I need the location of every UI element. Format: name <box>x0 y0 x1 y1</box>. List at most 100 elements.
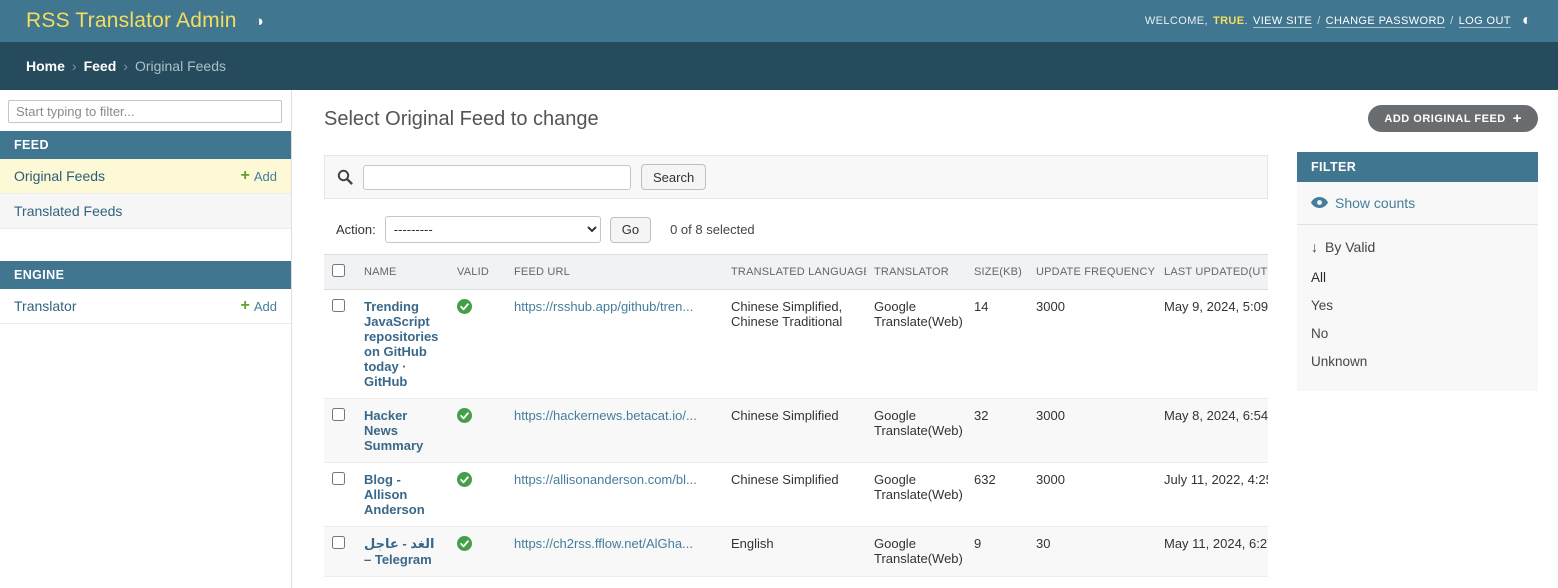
breadcrumb-separator-icon: › <box>72 58 77 74</box>
add-original-feed-button[interactable]: ADD ORIGINAL FEED + <box>1368 105 1538 132</box>
row-checkbox[interactable] <box>332 472 345 485</box>
translator-link[interactable]: Translator <box>14 298 77 314</box>
results-table-container: NAME VALID FEED URL TRANSLATED LANGUAGE … <box>324 254 1268 577</box>
table-row: Trending JavaScript repositories on GitH… <box>324 290 1268 399</box>
last-updated-cell: May 9, 2024, 5:09 a. <box>1156 290 1268 399</box>
plus-icon: + <box>241 168 250 184</box>
column-header-size[interactable]: SIZE(KB) <box>966 255 1028 290</box>
link-separator: / <box>1317 15 1320 27</box>
select-all-checkbox[interactable] <box>332 264 345 277</box>
filter-panel: FILTER Show counts ↓ By Valid All Yes No… <box>1297 152 1538 391</box>
search-input[interactable] <box>363 165 631 190</box>
changelist: Select Original Feed to change Search Ac… <box>324 90 1268 577</box>
branding: RSS Translator Admin ◑ <box>26 9 264 33</box>
results-table: NAME VALID FEED URL TRANSLATED LANGUAGE … <box>324 254 1268 577</box>
breadcrumb-feed[interactable]: Feed <box>84 58 117 74</box>
row-checkbox[interactable] <box>332 408 345 421</box>
feed-name-link[interactable]: Trending JavaScript repositories on GitH… <box>364 299 438 389</box>
filter-option-no[interactable]: No <box>1297 320 1538 348</box>
theme-toggle-icon[interactable]: ◑ <box>255 14 264 29</box>
app-title[interactable]: RSS Translator Admin <box>26 9 237 33</box>
add-translator-link[interactable]: + Add <box>241 298 277 314</box>
theme-toggle-icon[interactable]: ◐ <box>1522 13 1532 29</box>
filter-options: All Yes No Unknown <box>1297 264 1538 391</box>
view-site-link[interactable]: VIEW SITE <box>1253 15 1312 28</box>
plus-icon: + <box>241 298 250 314</box>
search-bar: Search <box>324 155 1268 199</box>
sidebar-item-translator[interactable]: Translator + Add <box>0 289 291 324</box>
size-cell: 9 <box>966 527 1028 577</box>
feed-url-link[interactable]: https://hackernews.betacat.io/... <box>514 408 697 423</box>
column-header-valid[interactable]: VALID <box>449 255 506 290</box>
action-select[interactable]: --------- <box>385 216 601 243</box>
translated-language-cell: English <box>723 527 866 577</box>
sidebar-item-original-feeds[interactable]: Original Feeds + Add <box>0 159 291 194</box>
search-button[interactable]: Search <box>641 164 706 190</box>
filter-section-heading: ↓ By Valid <box>1297 225 1538 264</box>
original-feeds-link[interactable]: Original Feeds <box>14 168 105 184</box>
actions-bar: Action: --------- Go 0 of 8 selected <box>324 216 1268 243</box>
sidebar-module-engine: ENGINE Translator + Add <box>0 261 291 324</box>
page-title: Select Original Feed to change <box>324 108 1268 131</box>
sidebar-filter-input[interactable] <box>8 100 282 123</box>
change-password-link[interactable]: CHANGE PASSWORD <box>1326 15 1445 28</box>
nav-sidebar: FEED Original Feeds + Add Translated Fee… <box>0 90 292 588</box>
breadcrumb-home[interactable]: Home <box>26 58 65 74</box>
welcome-text: WELCOME, <box>1145 15 1208 27</box>
update-frequency-cell: 3000 <box>1028 463 1156 527</box>
translated-feeds-link[interactable]: Translated Feeds <box>14 203 122 219</box>
table-row: الغد - عاجل – Telegram https://ch2rss.ff… <box>324 527 1268 577</box>
translated-language-cell: Chinese Simplified <box>723 463 866 527</box>
update-frequency-cell: 3000 <box>1028 290 1156 399</box>
size-cell: 632 <box>966 463 1028 527</box>
row-checkbox[interactable] <box>332 536 345 549</box>
show-counts-row[interactable]: Show counts <box>1297 182 1538 225</box>
add-label: Add <box>254 299 277 314</box>
eye-icon <box>1311 195 1328 211</box>
column-header-last-updated[interactable]: LAST UPDATED(UTC) <box>1156 255 1268 290</box>
sort-descending-icon: ↓ <box>1311 239 1318 255</box>
valid-check-icon <box>457 299 472 317</box>
valid-check-icon <box>457 472 472 490</box>
go-button[interactable]: Go <box>610 217 651 243</box>
update-frequency-cell: 3000 <box>1028 399 1156 463</box>
column-header-name[interactable]: NAME <box>356 255 449 290</box>
column-header-translated-language[interactable]: TRANSLATED LANGUAGE <box>723 255 866 290</box>
action-counter: 0 of 8 selected <box>670 222 755 237</box>
sidebar-item-translated-feeds[interactable]: Translated Feeds <box>0 194 291 229</box>
filter-option-all[interactable]: All <box>1297 264 1538 292</box>
translated-language-cell: Chinese Simplified, Chinese Traditional <box>723 290 866 399</box>
filter-option-unknown[interactable]: Unknown <box>1297 348 1538 376</box>
row-checkbox[interactable] <box>332 299 345 312</box>
translator-cell: Google Translate(Web) <box>866 527 966 577</box>
feed-name-link[interactable]: Blog - Allison Anderson <box>364 472 425 517</box>
logout-link[interactable]: LOG OUT <box>1459 15 1511 28</box>
last-updated-cell: May 8, 2024, 6:54 a. <box>1156 399 1268 463</box>
user-tools: WELCOME, TRUE . VIEW SITE / CHANGE PASSW… <box>1145 13 1532 29</box>
show-counts-link[interactable]: Show counts <box>1335 195 1415 211</box>
action-label: Action: <box>336 222 376 237</box>
feed-name-link[interactable]: الغد - عاجل – Telegram <box>364 536 434 567</box>
feed-url-link[interactable]: https://rsshub.app/github/tren... <box>514 299 693 314</box>
add-button-label: ADD ORIGINAL FEED <box>1384 113 1505 125</box>
size-cell: 32 <box>966 399 1028 463</box>
translator-cell: Google Translate(Web) <box>866 463 966 527</box>
column-header-update-frequency[interactable]: UPDATE FREQUENCY <box>1028 255 1156 290</box>
feed-url-link[interactable]: https://ch2rss.fflow.net/AlGha... <box>514 536 693 551</box>
username: TRUE <box>1213 15 1245 27</box>
column-header-translator[interactable]: TRANSLATOR <box>866 255 966 290</box>
translated-language-cell: Chinese Simplified <box>723 399 866 463</box>
size-cell: 14 <box>966 290 1028 399</box>
table-row: Blog - Allison Anderson https://allisona… <box>324 463 1268 527</box>
table-row: Hacker News Summary https://hackernews.b… <box>324 399 1268 463</box>
column-header-feed-url[interactable]: FEED URL <box>506 255 723 290</box>
filter-option-yes[interactable]: Yes <box>1297 292 1538 320</box>
add-original-feed-link[interactable]: + Add <box>241 168 277 184</box>
last-updated-cell: May 11, 2024, 6:27 <box>1156 527 1268 577</box>
breadcrumb-separator-icon: › <box>123 58 128 74</box>
add-label: Add <box>254 169 277 184</box>
feed-name-link[interactable]: Hacker News Summary <box>364 408 423 453</box>
link-separator: / <box>1450 15 1453 27</box>
feed-url-link[interactable]: https://allisonanderson.com/bl... <box>514 472 697 487</box>
plus-icon: + <box>1513 111 1522 126</box>
